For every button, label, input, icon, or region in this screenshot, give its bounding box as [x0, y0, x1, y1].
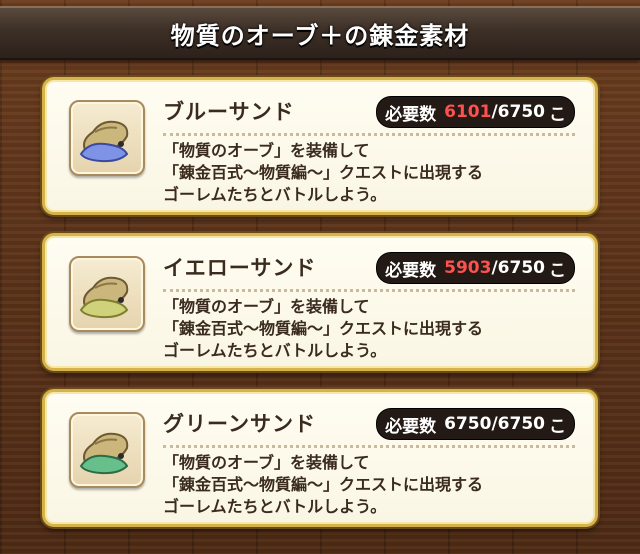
current-count: 5903 — [444, 258, 492, 278]
total-count: /6750 — [491, 414, 545, 434]
requirement-label: 必要数 — [385, 104, 437, 125]
dotted-divider — [163, 445, 575, 448]
requirement-counter: 必要数 6750 /6750 こ — [376, 408, 575, 440]
count-unit: こ — [549, 260, 566, 281]
description-line: ゴーレムたちとバトルしよう。 — [163, 185, 387, 204]
yellow-sand-bag-icon — [69, 256, 145, 332]
description-line: 「錬金百式～物質編～」クエストに出現する — [163, 475, 484, 494]
item-name: ブルーサンド — [163, 100, 295, 124]
requirement-counter: 必要数 5903 /6750 こ — [376, 252, 575, 284]
item-name: イエローサンド — [163, 256, 317, 280]
description-line: 「錬金百式～物質編～」クエストに出現する — [163, 319, 484, 338]
item-description: 「物質のオーブ」を装備して 「錬金百式～物質編～」クエストに出現する ゴーレムた… — [163, 140, 483, 206]
requirement-counter: 必要数 6101 /6750 こ — [376, 96, 575, 128]
blue-sand-bag-icon — [69, 100, 145, 176]
description-line: ゴーレムたちとバトルしよう。 — [163, 497, 387, 516]
material-card-green-sand[interactable]: グリーンサンド 必要数 6750 /6750 こ 「物質のオーブ」を装備して 「… — [42, 389, 598, 527]
dotted-divider — [163, 289, 575, 292]
current-count: 6101 — [444, 102, 492, 122]
item-description: 「物質のオーブ」を装備して 「錬金百式～物質編～」クエストに出現する ゴーレムた… — [163, 452, 483, 518]
description-line: 「物質のオーブ」を装備して — [163, 141, 370, 160]
item-name: グリーンサンド — [163, 412, 316, 436]
page-title: 物質のオーブ＋の錬金素材 — [170, 21, 470, 50]
count-unit: こ — [549, 104, 566, 125]
requirement-label: 必要数 — [385, 416, 437, 437]
description-line: 「物質のオーブ」を装備して — [163, 453, 370, 472]
description-line: 「物質のオーブ」を装備して — [163, 297, 370, 316]
requirement-label: 必要数 — [385, 260, 437, 281]
current-count: 6750 — [444, 414, 492, 434]
material-card-blue-sand[interactable]: ブルーサンド 必要数 6101 /6750 こ 「物質のオーブ」を装備して 「錬… — [42, 77, 598, 215]
material-card-yellow-sand[interactable]: イエローサンド 必要数 5903 /6750 こ 「物質のオーブ」を装備して 「… — [42, 233, 598, 371]
green-sand-bag-icon — [69, 412, 145, 488]
description-line: ゴーレムたちとバトルしよう。 — [163, 341, 387, 360]
item-description: 「物質のオーブ」を装備して 「錬金百式～物質編～」クエストに出現する ゴーレムた… — [163, 296, 483, 362]
description-line: 「錬金百式～物質編～」クエストに出現する — [163, 163, 484, 182]
total-count: /6750 — [491, 258, 545, 278]
page-header: 物質のオーブ＋の錬金素材 — [0, 6, 640, 60]
dotted-divider — [163, 133, 575, 136]
total-count: /6750 — [491, 102, 545, 122]
count-unit: こ — [549, 416, 566, 437]
